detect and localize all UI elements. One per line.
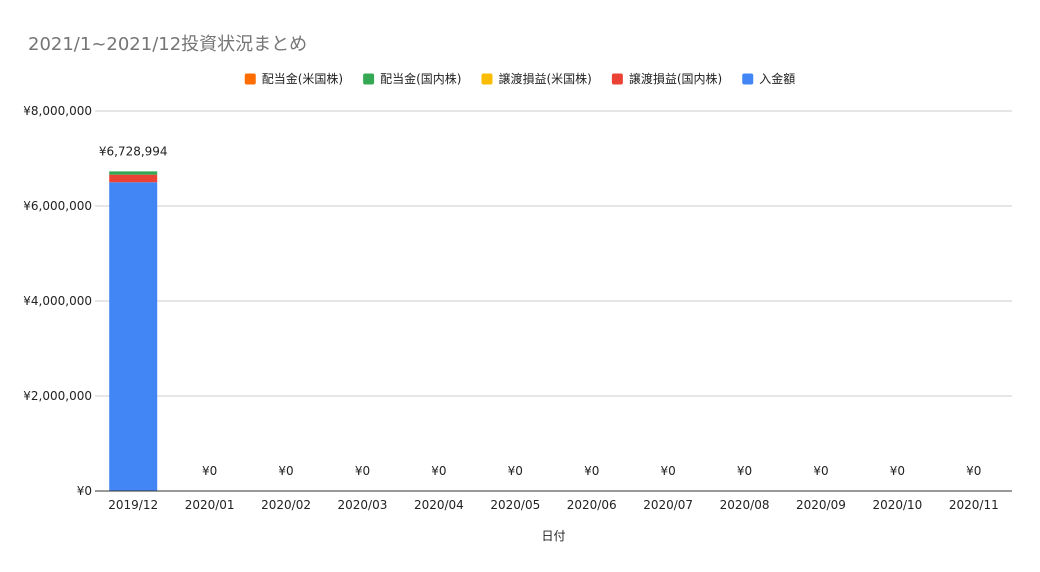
total-data-label: ¥0 bbox=[660, 464, 675, 478]
x-tick-label: 2020/11 bbox=[949, 498, 999, 512]
legend-item: 配当金(米国株) bbox=[244, 71, 343, 86]
legend: 配当金(米国株) 配当金(国内株) 譲渡損益(米国株) 譲渡損益(国内株) 入金額 bbox=[244, 71, 795, 86]
x-tick-label: 2020/09 bbox=[796, 498, 846, 512]
legend-item: 譲渡損益(米国株) bbox=[481, 71, 592, 86]
legend-item: 入金額 bbox=[742, 71, 795, 86]
legend-swatch bbox=[244, 73, 256, 85]
bar-segment bbox=[109, 171, 158, 175]
x-axis-title: 日付 bbox=[541, 529, 565, 543]
total-data-label: ¥0 bbox=[278, 464, 293, 478]
total-data-label: ¥0 bbox=[584, 464, 599, 478]
total-data-label: ¥6,728,994 bbox=[99, 144, 168, 158]
y-tick-label: ¥0 bbox=[77, 484, 92, 498]
total-data-label: ¥0 bbox=[966, 464, 981, 478]
x-tick-label: 2020/07 bbox=[643, 498, 693, 512]
legend-label: 配当金(米国株) bbox=[262, 71, 343, 86]
legend-swatch bbox=[481, 73, 493, 85]
gridlines bbox=[95, 110, 1012, 397]
legend-item: 配当金(国内株) bbox=[363, 71, 461, 86]
x-tick-label: 2020/02 bbox=[261, 498, 311, 512]
total-data-label: ¥0 bbox=[508, 464, 523, 478]
legend-label: 譲渡損益(米国株) bbox=[498, 71, 591, 86]
bar-segment bbox=[109, 174, 158, 183]
legend-label: 譲渡損益(国内株) bbox=[629, 71, 722, 86]
total-data-label: ¥0 bbox=[355, 464, 370, 478]
x-tick-label: 2020/08 bbox=[720, 498, 770, 512]
x-tick-label: 2020/06 bbox=[567, 498, 617, 512]
total-data-label: ¥0 bbox=[431, 464, 446, 478]
x-tick-label: 2019/12 bbox=[108, 498, 158, 512]
bars bbox=[109, 171, 158, 491]
y-tick-label: ¥2,000,000 bbox=[23, 389, 92, 403]
x-tick-label: 2020/04 bbox=[414, 498, 464, 512]
legend-swatch bbox=[742, 73, 754, 85]
axes: ¥0 ¥2,000,000 ¥4,000,000 ¥6,000,000 ¥8,000,0… bbox=[23, 104, 1012, 512]
legend-item: 譲渡損益(国内株) bbox=[611, 71, 722, 86]
x-tick-label: 2020/05 bbox=[490, 498, 540, 512]
x-tick-label: 2020/01 bbox=[185, 498, 235, 512]
legend-label: 配当金(国内株) bbox=[380, 71, 461, 86]
total-data-label: ¥0 bbox=[813, 464, 828, 478]
stacked-bar-chart: 配当金(米国株) 配当金(国内株) 譲渡損益(米国株) 譲渡損益(国内株) 入金額 ¥6… bbox=[23, 71, 1012, 543]
legend-label: 入金額 bbox=[759, 71, 795, 86]
total-data-label: ¥0 bbox=[890, 464, 905, 478]
legend-swatch bbox=[611, 73, 623, 85]
total-data-label: ¥0 bbox=[737, 464, 752, 478]
y-tick-label: ¥4,000,000 bbox=[23, 294, 92, 308]
y-tick-label: ¥8,000,000 bbox=[23, 104, 92, 118]
x-tick-label: 2020/10 bbox=[872, 498, 922, 512]
y-tick-label: ¥6,000,000 bbox=[23, 199, 92, 213]
legend-swatch bbox=[363, 73, 375, 85]
x-tick-label: 2020/03 bbox=[338, 498, 388, 512]
total-labels: ¥6,728,994 ¥0 ¥0 ¥0 ¥0 ¥0 ¥0 ¥0 ¥0 ¥0 ¥0 ¥0 bbox=[99, 144, 982, 478]
total-data-label: ¥0 bbox=[202, 464, 217, 478]
bar-segment bbox=[109, 182, 158, 491]
